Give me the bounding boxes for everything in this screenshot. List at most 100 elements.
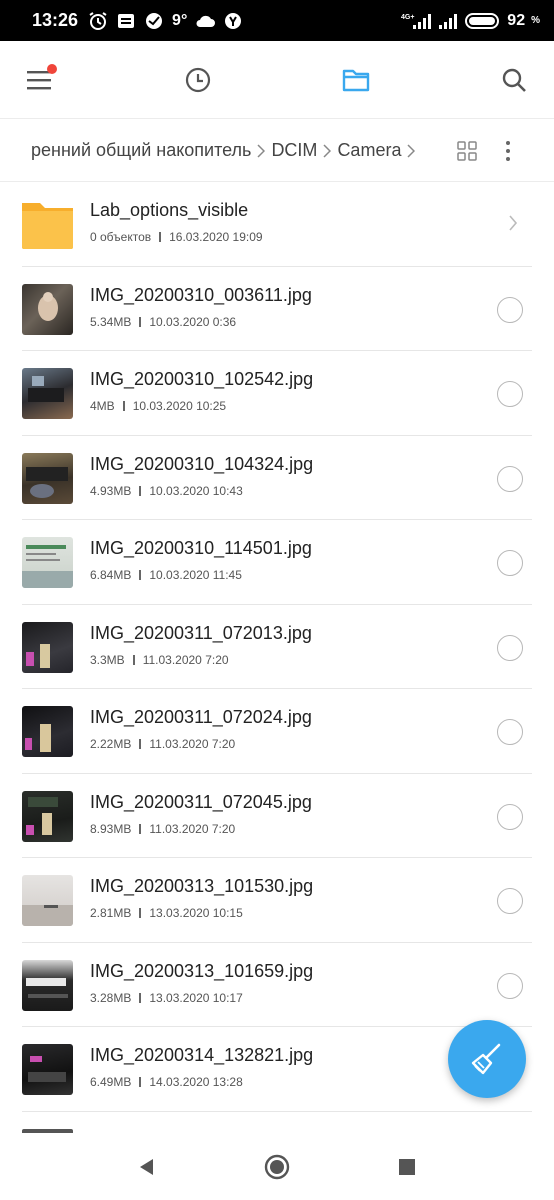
file-row[interactable]: IMG_20200310_114501.jpg 6.84MB 10.03.2020… [0,520,554,605]
grid-icon [457,140,477,161]
battery-icon [465,11,501,31]
nav-home-button[interactable] [257,1147,297,1187]
select-checkbox[interactable] [497,381,523,407]
file-name: IMG_20200314_132821.jpg [90,1045,314,1065]
status-bar: 13:26 9° 4G+ 92 % [0,0,554,41]
chevron-right-icon [508,214,518,237]
meta-divider [132,654,135,665]
select-checkbox[interactable] [497,296,523,323]
image-thumbnail [22,537,73,588]
select-checkbox[interactable] [497,972,523,999]
search-button[interactable] [494,60,534,100]
toolbar [0,41,554,119]
folder-icon [342,69,370,91]
file-date: 13.03.2020 10:17 [149,990,243,1005]
signal-icon [437,11,459,31]
file-name: IMG_20200310_114501.jpg [90,538,312,558]
search-icon [502,68,526,92]
file-size: 2.81MB [90,906,132,920]
image-thumbnail [22,283,73,335]
bank-app-icon [144,11,164,31]
file-size: 4.93MB [90,483,132,498]
select-checkbox[interactable] [497,550,523,576]
recent-tab-button[interactable] [178,60,218,100]
alarm-icon [88,11,108,31]
image-thumbnail [22,706,73,757]
image-thumbnail [22,875,73,926]
image-thumbnail [22,1044,73,1095]
nav-back-button[interactable] [127,1147,167,1187]
meta-divider [139,570,142,580]
file-name: Lab_options_visible [90,200,249,220]
file-row[interactable]: IMG_20200313_101659.jpg 3.28MB 13.03.2020… [0,943,554,1028]
recents-square-icon [399,1158,415,1175]
image-thumbnail [22,959,73,1011]
file-row[interactable]: IMG_20200311_072045.jpg 8.93MB 11.03.2020… [0,774,554,859]
meta-divider [139,739,142,749]
file-date: 13.03.2020 10:15 [149,906,243,920]
file-date: 11.03.2020 7:20 [149,737,236,751]
file-size: 5.34MB [90,314,132,329]
chevron-right-icon [257,143,266,158]
select-checkbox[interactable] [497,465,523,492]
file-name: IMG_20200311_072013.jpg [90,622,312,643]
select-checkbox[interactable] [497,719,523,745]
meta-divider [139,316,142,327]
breadcrumb: ренний общий накопитель DCIM Camera [0,140,452,161]
home-circle-icon [264,1154,290,1179]
notification-dot [47,63,57,74]
breadcrumb-bar: ренний общий накопитель DCIM Camera [0,120,554,182]
crumb-dcim[interactable]: DCIM [271,140,317,161]
menu-button[interactable] [20,60,60,100]
chevron-right-icon [323,143,332,158]
file-info: 0 объектов [90,230,152,244]
file-size: 2.22MB [90,737,132,751]
file-name: IMG_20200311_072045.jpg [90,791,312,812]
broom-icon [471,1043,501,1075]
file-date: 10.03.2020 11:45 [149,568,242,582]
yandex-icon [223,11,243,31]
file-name: IMG_20200313_101530.jpg [90,876,314,896]
file-size: 4MB [90,399,115,413]
files-tab-button[interactable] [336,60,376,100]
cleanup-button[interactable] [448,1020,526,1098]
nav-recents-button[interactable] [387,1147,427,1187]
grid-view-button[interactable] [452,131,482,171]
file-name: IMG_20200310_102542.jpg [90,369,314,389]
more-options-button[interactable] [496,131,520,171]
file-name: IMG_20200310_104324.jpg [90,453,314,474]
meta-divider [139,992,142,1003]
clock-icon [185,67,211,92]
folder-row[interactable]: Lab_options_visible 0 объектов 16.03.2020… [0,182,554,267]
file-row[interactable]: IMG_20200313_101530.jpg 2.81MB 13.03.2020… [0,858,554,943]
image-thumbnail [22,452,73,504]
meta-divider [139,485,142,496]
file-date: 10.03.2020 10:25 [132,399,227,413]
file-row[interactable]: IMG_20200311_072024.jpg 2.22MB 11.03.2020… [0,689,554,774]
file-size: 8.93MB [90,821,132,836]
crumb-camera[interactable]: Camera [337,140,401,161]
file-size: 6.49MB [90,1075,132,1089]
file-size: 3.3MB [90,652,125,667]
file-name: IMG_20200311_072024.jpg [90,707,312,727]
image-thumbnail [22,790,73,842]
meta-divider [159,232,162,242]
file-size: 6.84MB [90,568,132,582]
system-nav-bar [0,1133,554,1200]
image-thumbnail [22,368,73,419]
select-checkbox[interactable] [497,888,523,914]
status-time: 13:26 [32,10,79,30]
select-checkbox[interactable] [497,803,523,830]
file-size: 3.28MB [90,990,132,1005]
meta-divider [139,1077,142,1087]
file-row[interactable]: IMG_20200310_102542.jpg 4MB 10.03.2020 10… [0,351,554,436]
file-row[interactable]: IMG_20200310_003611.jpg 5.34MB 10.03.2020… [0,267,554,352]
crumb-storage[interactable]: ренний общий накопитель [31,140,251,161]
meta-divider [139,908,142,918]
file-row[interactable]: IMG_20200311_072013.jpg 3.3MB 11.03.2020 … [0,605,554,690]
back-triangle-icon [140,1158,153,1175]
file-date: 11.03.2020 7:20 [142,652,229,667]
file-row[interactable]: IMG_20200310_104324.jpg 4.93MB 10.03.2020… [0,436,554,521]
folder-thumbnail-icon [22,199,73,250]
select-checkbox[interactable] [497,634,523,661]
